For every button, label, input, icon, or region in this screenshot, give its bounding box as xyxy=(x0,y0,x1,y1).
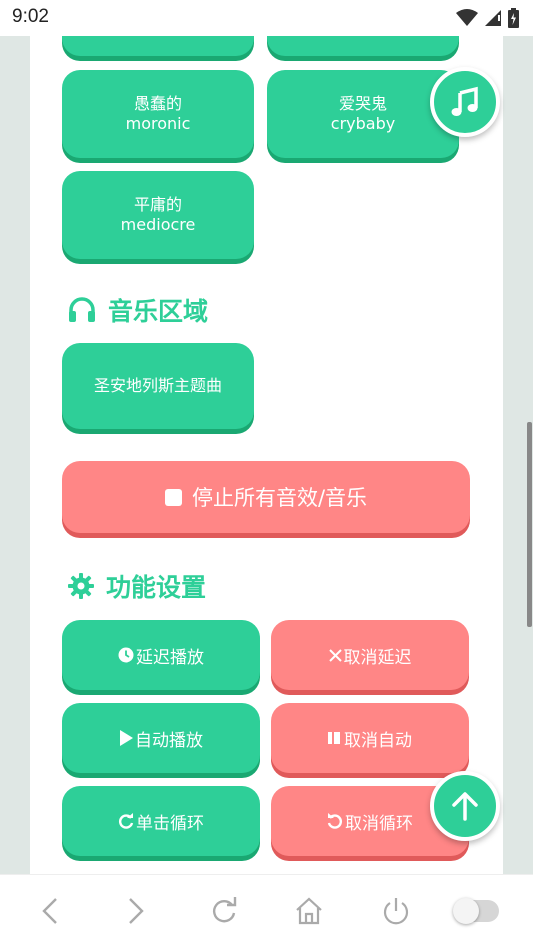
mood-button-crybaby[interactable]: 爱哭鬼 crybaby xyxy=(267,70,459,158)
cancel-auto-button[interactable]: 取消自动 xyxy=(271,703,469,773)
cancel-delay-label: 取消延迟 xyxy=(343,647,412,668)
stop-all-label: 停止所有音效/音乐 xyxy=(191,486,368,510)
forward-icon[interactable] xyxy=(126,895,146,927)
toggle-knob xyxy=(453,898,479,924)
wifi-icon xyxy=(456,9,478,26)
auto-play-label: 自动播放 xyxy=(135,730,203,751)
mood-label-en: mediocre xyxy=(120,215,196,234)
mood-label-cn: 爱哭鬼 xyxy=(338,94,387,113)
power-icon[interactable] xyxy=(381,895,411,927)
settings-section-label: 功能设置 xyxy=(106,573,207,602)
scroll-top-fab[interactable] xyxy=(430,771,500,841)
mood-button-partial-left[interactable] xyxy=(62,36,254,56)
clock-icon xyxy=(118,647,134,663)
reload-icon[interactable] xyxy=(208,895,238,927)
headphones-icon xyxy=(69,297,95,322)
mood-button-moronic[interactable]: 愚蠢的 moronic xyxy=(62,70,254,158)
back-icon[interactable] xyxy=(40,895,60,927)
mood-label-en: crybaby xyxy=(330,114,396,133)
delay-play-button[interactable]: 延迟播放 xyxy=(62,620,260,690)
cancel-auto-label: 取消自动 xyxy=(344,730,412,751)
cancel-delay-button[interactable]: 取消延迟 xyxy=(271,620,469,690)
stop-all-button[interactable]: 停止所有音效/音乐 xyxy=(62,461,470,533)
status-time: 9:02 xyxy=(12,6,49,27)
home-icon[interactable] xyxy=(294,895,324,927)
mood-label-cn: 平庸的 xyxy=(133,195,182,214)
mood-button-partial-right[interactable] xyxy=(267,36,459,56)
battery-icon xyxy=(508,8,519,28)
mood-label-en: moronic xyxy=(125,114,191,133)
music-fab[interactable] xyxy=(430,67,500,137)
music-section-label: 音乐区域 xyxy=(108,297,209,326)
loop-single-button[interactable]: 单击循环 xyxy=(62,786,260,856)
cancel-loop-label: 取消循环 xyxy=(345,813,413,834)
close-icon xyxy=(328,648,342,662)
bottom-nav-bar xyxy=(0,874,533,948)
signal-icon xyxy=(485,10,501,26)
toggle-switch[interactable] xyxy=(453,898,499,924)
track-button[interactable]: 圣安地列斯主题曲 xyxy=(62,343,254,429)
loop-single-label: 单击循环 xyxy=(136,813,204,834)
music-note-icon xyxy=(451,86,478,116)
music-section-title: 音乐区域 xyxy=(68,292,208,328)
auto-play-button[interactable]: 自动播放 xyxy=(62,703,260,773)
status-bar: 9:02 xyxy=(0,0,533,36)
track-label: 圣安地列斯主题曲 xyxy=(93,376,222,395)
arrow-up-icon xyxy=(452,792,478,821)
mood-label-cn: 愚蠢的 xyxy=(133,94,182,113)
redo-icon xyxy=(119,813,134,829)
delay-play-label: 延迟播放 xyxy=(136,647,204,668)
stop-icon xyxy=(164,488,182,506)
gear-icon xyxy=(68,573,94,599)
undo-icon xyxy=(327,813,342,829)
mood-button-mediocre[interactable]: 平庸的 mediocre xyxy=(62,171,254,259)
scrollbar[interactable] xyxy=(527,422,532,627)
pause-icon xyxy=(328,732,340,744)
play-icon xyxy=(120,730,133,746)
settings-section-title: 功能设置 xyxy=(68,568,206,604)
content-panel: 愚蠢的 moronic 爱哭鬼 crybaby 平庸的 mediocre 音乐区… xyxy=(30,36,503,874)
